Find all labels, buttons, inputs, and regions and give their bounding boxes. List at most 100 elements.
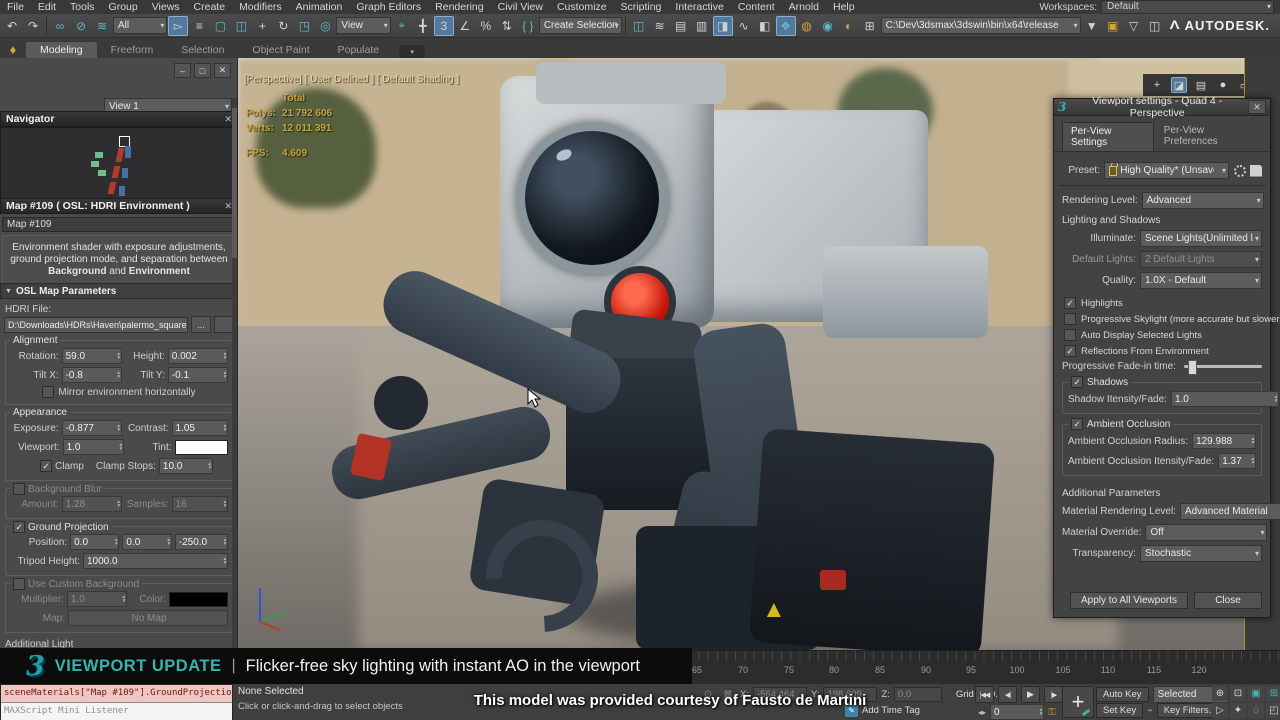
undo-icon[interactable]: ↶ bbox=[2, 16, 22, 36]
menu-civil-view[interactable]: Civil View bbox=[491, 1, 550, 13]
rotation-spinner[interactable]: 59.0 bbox=[62, 348, 122, 364]
cb-multiplier-spinner[interactable]: 1.0 bbox=[67, 591, 127, 607]
layer-explorer-icon[interactable]: ▥ bbox=[692, 16, 712, 36]
current-frame-spinner[interactable]: 0 bbox=[990, 704, 1044, 720]
schematic-view-icon[interactable]: ◧ bbox=[755, 16, 775, 36]
render-production-icon[interactable]: ◐ bbox=[839, 16, 859, 36]
spinner-snap-icon[interactable]: ⇅ bbox=[497, 16, 517, 36]
dialog-close-icon[interactable]: ✕ bbox=[1248, 100, 1266, 114]
align-icon[interactable]: ≋ bbox=[650, 16, 670, 36]
dialog-titlebar[interactable]: 3 Viewport settings - Quad 4 - Perspecti… bbox=[1054, 99, 1270, 116]
zoom-extents-all-icon[interactable]: ⊞ bbox=[1266, 686, 1280, 701]
menu-interactive[interactable]: Interactive bbox=[668, 1, 730, 13]
ground-projection-checkbox[interactable] bbox=[13, 521, 25, 533]
menu-help[interactable]: Help bbox=[826, 1, 862, 13]
minimize-icon[interactable]: – bbox=[174, 63, 191, 78]
unlink-selection-icon[interactable]: ⊘ bbox=[71, 16, 91, 36]
next-frame-button[interactable]: |▶ bbox=[1044, 686, 1063, 703]
tab-object-paint[interactable]: Object Paint bbox=[238, 42, 323, 58]
toggle-ribbon-icon[interactable]: ◨ bbox=[713, 16, 733, 36]
ao-checkbox[interactable] bbox=[1071, 418, 1083, 430]
navigator-canvas[interactable] bbox=[0, 127, 238, 201]
zoom-icon[interactable]: ⊕ bbox=[1212, 686, 1228, 701]
material-editor-icon[interactable]: ❖ bbox=[776, 16, 796, 36]
close-button[interactable]: Close bbox=[1194, 592, 1262, 609]
menu-graph-editors[interactable]: Graph Editors bbox=[349, 1, 428, 13]
render-in-cloud-icon[interactable]: ⊞ bbox=[860, 16, 880, 36]
zoom-all-icon[interactable]: ⊡ bbox=[1230, 686, 1246, 701]
percent-snap-icon[interactable]: % bbox=[476, 16, 496, 36]
workspaces-dropdown[interactable]: Default bbox=[1101, 0, 1274, 14]
menu-scripting[interactable]: Scripting bbox=[614, 1, 669, 13]
menu-file[interactable]: File bbox=[0, 1, 31, 13]
shadow-intensity-spinner[interactable]: 1.0 bbox=[1171, 391, 1279, 407]
asset-library-icon[interactable]: ▼ bbox=[1082, 16, 1102, 36]
viewport-gain-spinner[interactable]: 1.0 bbox=[63, 439, 124, 455]
maximize-icon[interactable]: □ bbox=[194, 63, 211, 78]
render-setup-icon[interactable]: ◍ bbox=[797, 16, 817, 36]
orbit-icon[interactable]: ◌ bbox=[1248, 703, 1264, 718]
navigator-close-icon[interactable]: ✕ bbox=[224, 114, 232, 125]
tab-populate[interactable]: Populate bbox=[324, 42, 393, 58]
material-override-dropdown[interactable]: Off bbox=[1145, 524, 1267, 541]
scrollbar-thumb[interactable] bbox=[232, 108, 237, 258]
create-selection-set-dropdown[interactable]: Create Selection Se bbox=[539, 17, 622, 34]
zoom-extents-icon[interactable]: ▣ bbox=[1248, 686, 1264, 701]
tripod-spinner[interactable]: 1000.0 bbox=[83, 553, 228, 569]
window-crossing-icon[interactable]: ◫ bbox=[231, 16, 251, 36]
mirror-icon[interactable]: ◫ bbox=[629, 16, 649, 36]
apply-all-viewports-button[interactable]: Apply to All Viewports bbox=[1070, 592, 1188, 609]
asset-tracking-icon[interactable]: ▽ bbox=[1124, 16, 1144, 36]
tab-per-view-settings[interactable]: Per-View Settings bbox=[1062, 122, 1154, 151]
fade-slider-handle[interactable] bbox=[1188, 360, 1197, 375]
illuminate-dropdown[interactable]: Scene Lights(Unlimited l bbox=[1140, 230, 1262, 247]
play-button[interactable]: ▶ bbox=[1021, 686, 1040, 703]
maxscript-mini-listener[interactable]: sceneMaterials["Map #109"].GroundProject… bbox=[0, 684, 233, 720]
save-icon[interactable] bbox=[1250, 165, 1262, 177]
map-header[interactable]: Map #109 ( OSL: HDRI Environment ) ✕ bbox=[0, 198, 238, 214]
map-close-icon[interactable]: ✕ bbox=[224, 201, 232, 212]
tab-modeling[interactable]: Modeling bbox=[26, 42, 97, 58]
preset-dropdown[interactable]: High Quality* (Unsaved Chang bbox=[1104, 162, 1229, 179]
maximize-viewport-icon[interactable]: ◰ bbox=[1266, 703, 1280, 718]
contrast-spinner[interactable]: 1.05 bbox=[172, 420, 228, 436]
amount-spinner[interactable]: 1.28 bbox=[62, 496, 122, 512]
menu-arnold[interactable]: Arnold bbox=[782, 1, 826, 13]
go-to-start-button[interactable]: |◀◀ bbox=[975, 686, 994, 703]
rendering-level-dropdown[interactable]: Advanced bbox=[1142, 192, 1264, 209]
rollout-header[interactable]: ▼ OSL Map Parameters bbox=[0, 283, 238, 299]
named-selection-sets-icon[interactable]: { } bbox=[518, 16, 538, 36]
select-and-link-icon[interactable]: ∞ bbox=[50, 16, 70, 36]
navigator-header[interactable]: Navigator ✕ bbox=[0, 111, 238, 127]
samples-spinner[interactable]: 16 bbox=[172, 496, 228, 512]
previous-frame-button[interactable]: ◀| bbox=[998, 686, 1017, 703]
select-and-scale-icon[interactable]: ◳ bbox=[294, 16, 314, 36]
field-of-view-icon[interactable]: ▷ bbox=[1212, 703, 1228, 718]
map-name-field[interactable]: Map #109 bbox=[2, 217, 236, 232]
position-x-spinner[interactable]: 0.0 bbox=[70, 534, 119, 550]
create-key-button[interactable]: + bbox=[1062, 686, 1094, 718]
clamp-checkbox[interactable] bbox=[40, 460, 52, 472]
menu-content[interactable]: Content bbox=[731, 1, 782, 13]
tab-freeform[interactable]: Freeform bbox=[97, 42, 168, 58]
menu-customize[interactable]: Customize bbox=[550, 1, 614, 13]
open-folder-icon[interactable]: ▣ bbox=[1103, 16, 1123, 36]
select-and-manipulate-icon[interactable]: ╋ bbox=[413, 16, 433, 36]
menu-edit[interactable]: Edit bbox=[31, 1, 63, 13]
z-field[interactable]: 0.0 bbox=[894, 687, 942, 702]
background-blur-checkbox[interactable] bbox=[13, 483, 25, 495]
scene-explorer-icon[interactable]: ▤ bbox=[671, 16, 691, 36]
add-time-tag-button[interactable]: Add Time Tag bbox=[862, 705, 920, 716]
snap-toggle-icon[interactable]: 3 bbox=[434, 16, 454, 36]
bind-to-space-warp-icon[interactable]: ≋ bbox=[92, 16, 112, 36]
reload-button[interactable] bbox=[214, 316, 234, 333]
shadows-checkbox[interactable] bbox=[1071, 376, 1083, 388]
walk-through-icon[interactable]: ✦ bbox=[1230, 703, 1246, 718]
plus-icon[interactable]: + bbox=[1149, 77, 1165, 93]
rendered-frame-window-icon[interactable]: ◉ bbox=[818, 16, 838, 36]
menu-tools[interactable]: Tools bbox=[63, 1, 102, 13]
progressive-skylight-checkbox[interactable] bbox=[1064, 313, 1076, 325]
viewport-label[interactable]: [Perspective] [ User Defined ] [ Default… bbox=[244, 74, 459, 85]
key-mode-icon[interactable]: ⚿ bbox=[1048, 707, 1056, 718]
menu-group[interactable]: Group bbox=[102, 1, 145, 13]
